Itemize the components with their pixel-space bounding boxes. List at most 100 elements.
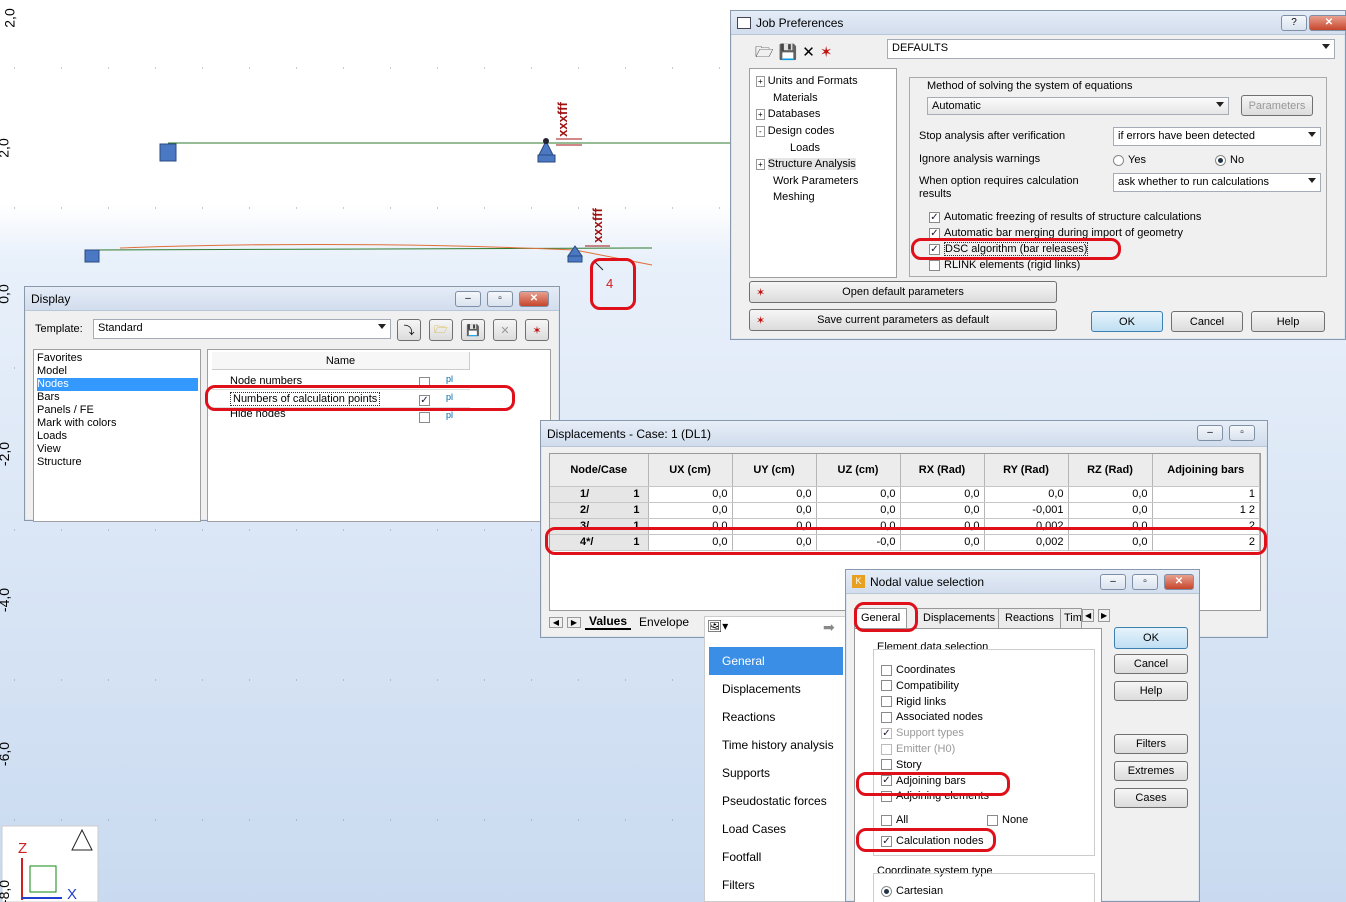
stop-analysis-combo[interactable]: if errors have been detected [1113, 127, 1321, 146]
close-button[interactable]: ✕ [1309, 15, 1346, 31]
all-checkbox[interactable]: All [881, 814, 908, 826]
category-item[interactable]: Mark with colors [37, 417, 198, 430]
rlink-checkbox[interactable]: RLINK elements (rigid links) [929, 259, 1080, 271]
category-item[interactable]: View [37, 443, 198, 456]
menu-item[interactable]: Pseudostatic forces [709, 787, 843, 815]
tab-reactions[interactable]: Reactions [998, 608, 1061, 628]
parameters-button[interactable]: Parameters [1241, 95, 1313, 116]
tree-item-structure-analysis[interactable]: + Structure Analysis [756, 156, 858, 173]
tab-scroll-left[interactable]: ◀ [1082, 609, 1095, 622]
tree-item-units[interactable]: + Units and Formats [756, 73, 858, 90]
tab-time[interactable]: Tim [1060, 608, 1082, 628]
ok-button[interactable]: OK [1091, 311, 1163, 332]
save-icon[interactable]: 💾 [779, 44, 803, 61]
scroll-right-button[interactable]: ▶ [567, 616, 581, 628]
cancel-button[interactable]: Cancel [1114, 654, 1188, 674]
category-item-selected[interactable]: Nodes [37, 378, 198, 391]
element-data-checkbox[interactable]: Coordinates [881, 663, 989, 679]
category-item[interactable]: Favorites [37, 352, 198, 365]
calc-results-combo[interactable]: ask whether to run calculations [1113, 173, 1321, 192]
element-data-checkbox[interactable]: Associated nodes [881, 710, 989, 726]
cancel-button[interactable]: Cancel [1171, 311, 1243, 332]
menu-picture-icon[interactable]: 🖼▾ [707, 619, 728, 633]
reset-icon[interactable]: ✶ [820, 44, 838, 61]
element-data-checkbox[interactable]: Rigid links [881, 695, 989, 711]
tree-item-materials[interactable]: Materials [756, 90, 858, 106]
element-data-checkbox[interactable]: Compatibility [881, 679, 989, 695]
menu-item[interactable]: Reactions [709, 703, 843, 731]
arrow-right-icon[interactable]: ➡ [823, 619, 835, 636]
tab-displacements[interactable]: Displacements [916, 608, 1003, 628]
open-default-button[interactable]: ✶ Open default parameters [749, 281, 1057, 303]
pl-icon[interactable]: pl [446, 410, 453, 420]
category-item[interactable]: Bars [37, 391, 198, 404]
tree-item-loads[interactable]: Loads [756, 140, 858, 156]
column-header[interactable]: Node/Case [550, 454, 649, 487]
category-item[interactable]: Model [37, 365, 198, 378]
column-header[interactable]: RX (Rad) [900, 454, 985, 487]
table-row[interactable]: 1/1 0,0 0,0 0,0 0,0 0,0 0,0 1 [550, 486, 1260, 503]
template-combo[interactable]: Standard [93, 319, 391, 339]
tab-values[interactable]: Values [585, 614, 632, 630]
save-icon[interactable]: 💾 [461, 319, 485, 341]
tree-item-databases[interactable]: + Databases [756, 106, 858, 123]
category-list[interactable]: Favorites Model Nodes Bars Panels / FE M… [33, 349, 201, 522]
tab-scroll-right[interactable]: ▶ [1098, 609, 1111, 622]
category-item[interactable]: Structure [37, 456, 198, 469]
menu-item[interactable]: Filters [709, 871, 843, 899]
cartesian-radio[interactable]: Cartesian [881, 885, 943, 897]
maximize-button[interactable]: ▫ [1132, 574, 1158, 590]
minimize-button[interactable]: – [1197, 425, 1223, 441]
column-header[interactable]: RZ (Rad) [1068, 454, 1153, 487]
minimize-button[interactable]: – [455, 291, 481, 307]
filters-button[interactable]: Filters [1114, 734, 1188, 754]
column-header[interactable]: UY (cm) [732, 454, 817, 487]
element-data-checkbox[interactable]: Support types [881, 726, 989, 742]
category-item[interactable]: Panels / FE [37, 404, 198, 417]
extremes-button[interactable]: Extremes [1114, 761, 1188, 781]
minimize-button[interactable]: – [1100, 574, 1126, 590]
method-combo[interactable]: Automatic [927, 97, 1229, 115]
column-header[interactable]: RY (Rad) [984, 454, 1069, 487]
yes-radio[interactable]: Yes [1113, 154, 1146, 166]
column-header[interactable]: UZ (cm) [816, 454, 901, 487]
cases-button[interactable]: Cases [1114, 788, 1188, 808]
menu-item[interactable]: Load Cases [709, 815, 843, 843]
menu-item[interactable]: Supports [709, 759, 843, 787]
column-header[interactable]: Adjoining bars [1152, 454, 1260, 487]
open-folder-icon[interactable]: 🗁 [429, 319, 453, 341]
menu-item[interactable]: Displacements [709, 675, 843, 703]
open-folder-icon[interactable]: 🗁 [755, 44, 779, 61]
pl-icon[interactable]: pl [446, 374, 453, 384]
tree-item-meshing[interactable]: Meshing [756, 189, 858, 205]
menu-item[interactable]: Footfall [709, 843, 843, 871]
delete-icon[interactable]: ✕ [493, 319, 517, 341]
maximize-button[interactable]: ▫ [1229, 425, 1255, 441]
tree-item-design-codes[interactable]: - Design codes [756, 123, 858, 140]
menu-item[interactable]: General [709, 647, 843, 675]
menu-item[interactable]: Time history analysis [709, 731, 843, 759]
delete-icon[interactable]: ✕ [802, 44, 820, 61]
column-header[interactable]: UX (cm) [648, 454, 733, 487]
help-title-button[interactable]: ? [1281, 15, 1307, 31]
table-row[interactable]: 2/1 0,0 0,0 0,0 0,0 -0,001 0,0 1 2 [550, 502, 1260, 519]
maximize-button[interactable]: ▫ [487, 291, 513, 307]
category-item[interactable]: Loads [37, 430, 198, 443]
help-button[interactable]: Help [1251, 311, 1325, 332]
close-button[interactable]: ✕ [519, 291, 549, 307]
no-radio[interactable]: No [1215, 154, 1244, 166]
reset-icon[interactable]: ✶ [525, 319, 549, 341]
help-button[interactable]: Help [1114, 681, 1188, 701]
none-checkbox[interactable]: None [987, 814, 1028, 826]
settings-tree[interactable]: + Units and Formats Materials + Database… [749, 68, 897, 278]
close-button[interactable]: ✕ [1164, 574, 1194, 590]
ok-button[interactable]: OK [1114, 627, 1188, 649]
preset-combo[interactable]: DEFAULTS [887, 39, 1335, 59]
tree-item-work-parameters[interactable]: Work Parameters [756, 173, 858, 189]
apply-template-button[interactable]: ⤵ [397, 319, 421, 341]
element-data-checkbox[interactable]: Emitter (H0) [881, 742, 989, 758]
auto-freeze-checkbox[interactable]: Automatic freezing of results of structu… [929, 211, 1201, 223]
row-checkbox[interactable] [419, 411, 434, 423]
save-default-button[interactable]: ✶ Save current parameters as default [749, 309, 1057, 331]
tab-envelope[interactable]: Envelope [635, 615, 693, 629]
